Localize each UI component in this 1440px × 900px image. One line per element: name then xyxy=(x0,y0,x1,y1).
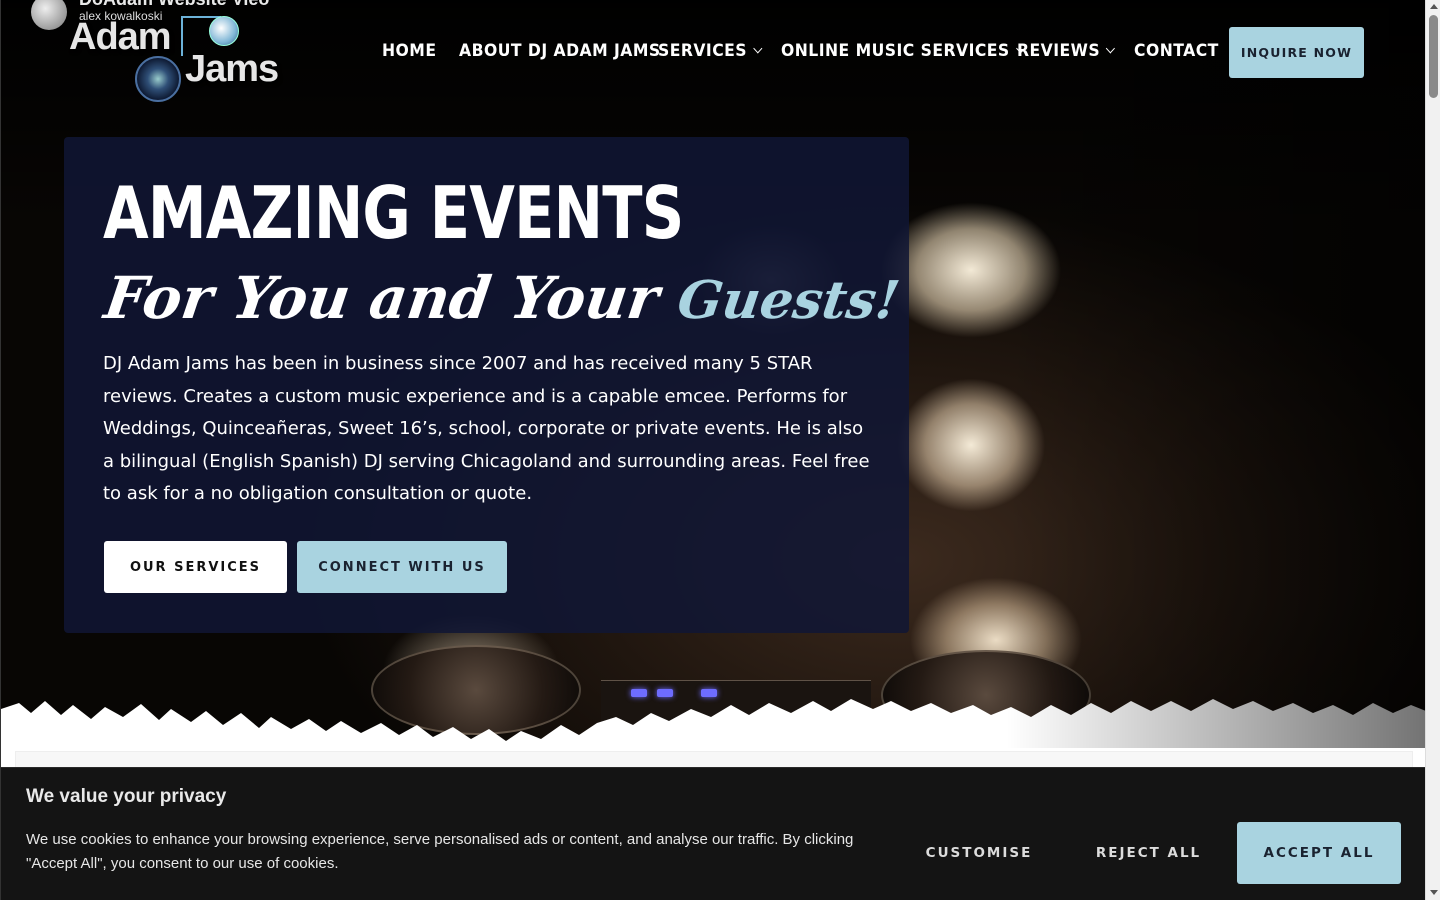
chevron-down-icon xyxy=(1106,43,1116,54)
logo-text-jams: Jams xyxy=(185,48,279,90)
hero-script-line: For You and Your Guests! xyxy=(99,258,905,341)
nav-contact[interactable]: CONTACT xyxy=(1134,41,1219,61)
scroll-down-arrow-icon[interactable] xyxy=(1430,890,1438,895)
nav-services[interactable]: SERVICES xyxy=(658,41,763,61)
video-title[interactable]: DoAdam Website Vieo xyxy=(79,0,269,9)
hero-script-accent: Guests! xyxy=(673,270,904,331)
nav-reviews[interactable]: REVIEWS xyxy=(1017,41,1116,61)
connect-with-us-button[interactable]: CONNECT WITH US xyxy=(297,541,507,593)
nav-online-music-services[interactable]: ONLINE MUSIC SERVICES xyxy=(781,41,1025,61)
inquire-now-button[interactable]: INQUIRE NOW xyxy=(1229,27,1364,78)
hero-description: DJ Adam Jams has been in business since … xyxy=(103,353,870,504)
cookie-title: We value your privacy xyxy=(26,786,227,807)
reject-all-button[interactable]: REJECT ALL xyxy=(1081,822,1216,884)
our-services-button[interactable]: OUR SERVICES xyxy=(104,541,287,593)
nav-about-label: ABOUT DJ ADAM JAMS xyxy=(459,41,661,61)
nav-about[interactable]: ABOUT DJ ADAM JAMS xyxy=(459,41,661,61)
hero-script-text: For You and Your xyxy=(100,264,664,332)
nav-reviews-label: REVIEWS xyxy=(1017,41,1101,61)
logo-text-adam: Adam xyxy=(69,16,172,58)
nav-services-label: SERVICES xyxy=(658,41,748,61)
site-logo[interactable]: Adam Jams xyxy=(69,16,299,104)
page: DoAdam Website Vieo alex kowalkoski Adam… xyxy=(0,0,1425,900)
torn-paper-edge xyxy=(1,699,1425,755)
nav-online-music-label: ONLINE MUSIC SERVICES xyxy=(781,41,1010,61)
customise-button[interactable]: CUSTOMISE xyxy=(913,822,1045,884)
chevron-down-icon xyxy=(753,43,763,54)
nav-home[interactable]: HOME xyxy=(382,41,436,61)
scroll-up-arrow-icon[interactable] xyxy=(1430,4,1438,9)
nav-home-label: HOME xyxy=(382,41,437,61)
speaker-icon xyxy=(135,56,181,102)
nav-contact-label: CONTACT xyxy=(1134,41,1219,61)
cookie-text: We use cookies to enhance your browsing … xyxy=(26,831,854,872)
cookie-consent-banner: We value your privacy We use cookies to … xyxy=(1,767,1425,900)
accept-all-button[interactable]: ACCEPT ALL xyxy=(1237,822,1401,884)
disco-ball-icon xyxy=(209,16,239,46)
page-scrollbar[interactable] xyxy=(1425,0,1440,900)
scrollbar-thumb[interactable] xyxy=(1429,15,1438,98)
hero-headline: AMAZING EVENTS xyxy=(103,171,684,255)
